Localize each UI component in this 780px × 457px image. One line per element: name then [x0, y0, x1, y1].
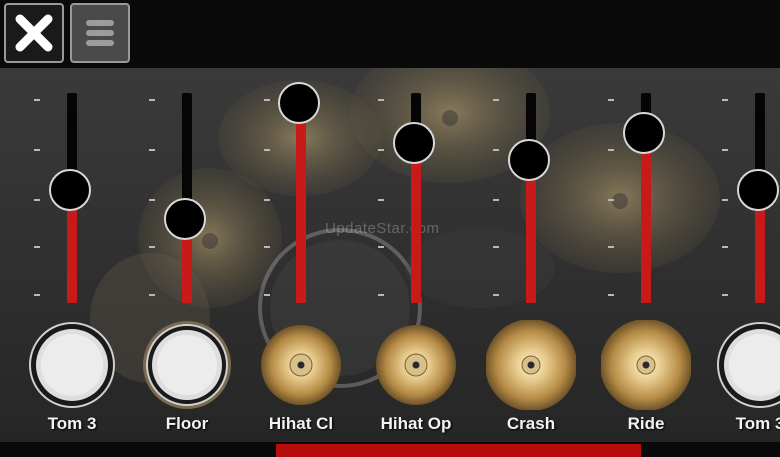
horizontal-scrollbar-thumb[interactable]: [276, 444, 641, 457]
scale-tick: [722, 246, 728, 248]
drum-pad-ride[interactable]: [601, 320, 691, 410]
scale-tick: [608, 149, 614, 151]
drum-pad-hihat[interactable]: [256, 320, 346, 410]
volume-fader-knob[interactable]: [508, 139, 550, 181]
scale-tick: [149, 294, 155, 296]
scale-tick: [493, 199, 499, 201]
channel-label: Tom 3: [735, 414, 780, 433]
scale-tick: [722, 99, 728, 101]
volume-fader-track[interactable]: [737, 93, 779, 303]
hamburger-menu-icon: [86, 20, 114, 46]
scale-tick: [149, 246, 155, 248]
scale-tick: [493, 149, 499, 151]
volume-fader-fill: [182, 239, 192, 303]
scale-tick: [149, 99, 155, 101]
channel-label: Crash: [506, 414, 556, 433]
scale-tick: [378, 149, 384, 151]
scale-tick: [264, 294, 270, 296]
channel-label: Floor: [165, 414, 209, 433]
scale-tick: [149, 149, 155, 151]
scale-tick: [378, 199, 384, 201]
scale-tick: [34, 294, 40, 296]
close-button[interactable]: [4, 3, 64, 63]
scale-tick: [264, 149, 270, 151]
scale-tick: [34, 149, 40, 151]
scale-tick: [149, 199, 155, 201]
volume-fader-knob[interactable]: [49, 169, 91, 211]
volume-fader-knob[interactable]: [393, 122, 435, 164]
scale-tick: [722, 149, 728, 151]
volume-fader-track[interactable]: [278, 82, 320, 303]
volume-fader-track[interactable]: [508, 93, 550, 303]
scale-tick: [264, 99, 270, 101]
volume-fader-fill: [296, 123, 306, 303]
drum-pad-hihat[interactable]: [371, 320, 461, 410]
volume-fader-fill: [411, 163, 421, 303]
volume-fader-track[interactable]: [49, 93, 91, 303]
scale-tick: [378, 99, 384, 101]
scale-tick: [493, 99, 499, 101]
scale-tick: [608, 199, 614, 201]
volume-fader-track[interactable]: [623, 93, 665, 303]
drum-pad-tom[interactable]: [27, 320, 117, 410]
volume-fader-knob[interactable]: [737, 169, 779, 211]
drum-pad-floor[interactable]: [142, 320, 232, 410]
volume-fader-track[interactable]: [164, 93, 206, 303]
scale-tick: [34, 99, 40, 101]
scale-tick: [34, 199, 40, 201]
bottom-bar: [0, 442, 780, 457]
scale-tick: [493, 246, 499, 248]
watermark-text: UpdateStar.com: [325, 220, 440, 237]
volume-fader-fill: [526, 180, 536, 303]
volume-fader-fill: [755, 210, 765, 303]
scale-tick: [722, 199, 728, 201]
channel-label: Hihat Cl: [268, 414, 334, 433]
scale-tick: [608, 294, 614, 296]
scale-tick: [722, 294, 728, 296]
mixer-panel: UpdateStar.com Tom 3 Floor Hihat Cl Hiha…: [0, 68, 780, 442]
scale-tick: [264, 246, 270, 248]
volume-fader-fill: [641, 153, 651, 303]
channel-label: Hihat Op: [380, 414, 452, 433]
scale-tick: [264, 199, 270, 201]
scale-tick: [608, 246, 614, 248]
volume-fader-track[interactable]: [393, 93, 435, 303]
scale-tick: [378, 246, 384, 248]
volume-fader-knob[interactable]: [278, 82, 320, 124]
channel-label: Tom 3: [47, 414, 97, 433]
volume-fader-knob[interactable]: [164, 198, 206, 240]
channel-label: Ride: [627, 414, 665, 433]
drum-pad-crash[interactable]: [486, 320, 576, 410]
volume-fader-fill: [67, 210, 77, 303]
volume-fader-knob[interactable]: [623, 112, 665, 154]
drum-pad-tom[interactable]: [715, 320, 780, 410]
scale-tick: [34, 246, 40, 248]
menu-button[interactable]: [70, 3, 130, 63]
top-toolbar: [0, 0, 780, 68]
close-x-icon: [15, 14, 53, 52]
scale-tick: [493, 294, 499, 296]
scale-tick: [608, 99, 614, 101]
scale-tick: [378, 294, 384, 296]
